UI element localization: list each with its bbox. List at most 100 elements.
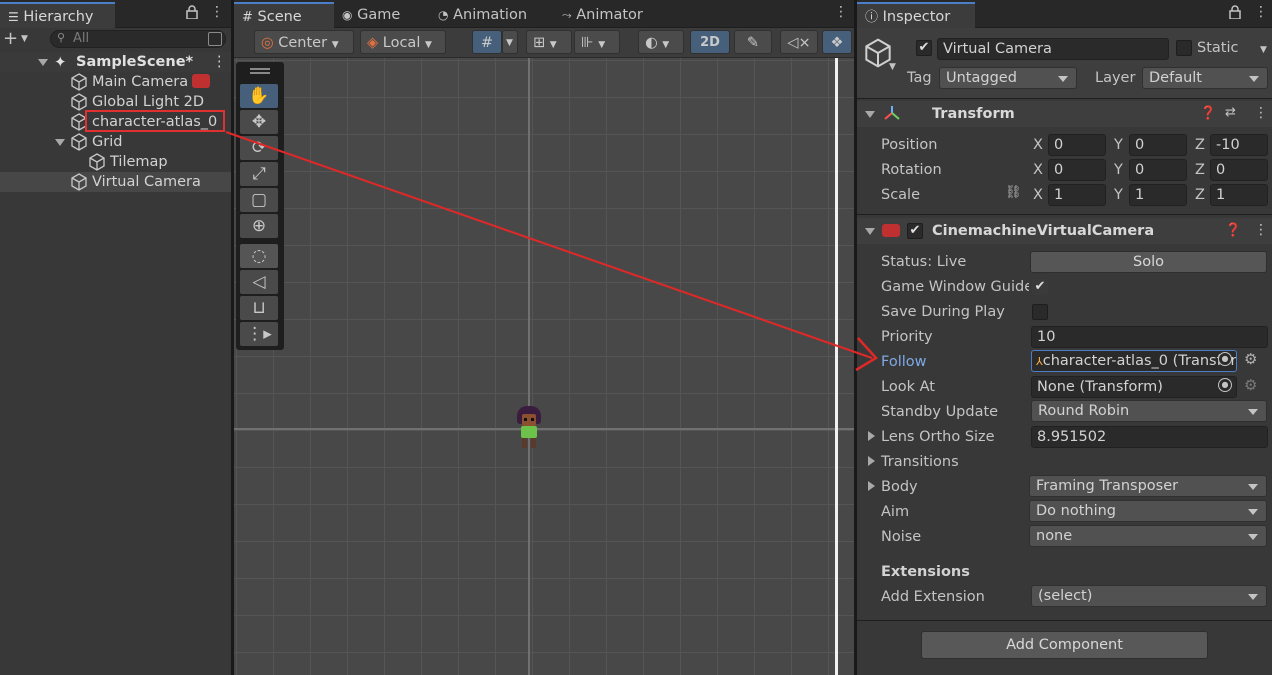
position-x-field[interactable]: 0 — [1048, 134, 1106, 156]
static-checkbox[interactable] — [1176, 40, 1192, 56]
active-checkbox[interactable]: ✔ — [916, 40, 932, 56]
hierarchy-item-main-camera[interactable]: Main Camera — [0, 72, 231, 92]
presets-icon[interactable]: ⇄ — [1225, 105, 1236, 120]
scale-x-field[interactable]: 1 — [1048, 184, 1106, 206]
axis-z-label[interactable]: Z — [1195, 134, 1205, 156]
foldout-arrow-icon[interactable] — [868, 481, 875, 491]
move-tool-icon[interactable]: ✥ — [240, 110, 278, 134]
custom-tool-icon[interactable]: ◌ — [240, 244, 278, 268]
add-button[interactable]: + ▼ — [3, 30, 37, 48]
draw-mode-button[interactable]: ◐ ▼ — [638, 30, 684, 54]
position-z-field[interactable]: -10 — [1210, 134, 1268, 156]
hierarchy-item-virtual-camera[interactable]: Virtual Camera — [0, 172, 231, 192]
follow-object-field[interactable]: ⅄character-atlas_0 (Transform) — [1031, 350, 1237, 372]
axis-y-label[interactable]: Y — [1114, 159, 1123, 181]
axis-x-label[interactable]: X — [1033, 159, 1043, 181]
gear-icon[interactable]: ⚙ — [1244, 376, 1257, 394]
static-dropdown-arrow-icon[interactable]: ▼ — [1260, 45, 1267, 55]
position-y-field[interactable]: 0 — [1129, 134, 1187, 156]
component-kebab-icon[interactable]: ⋮ — [1254, 222, 1268, 238]
scene-kebab-icon[interactable]: ⋮ — [212, 52, 227, 72]
save-during-play-checkbox[interactable] — [1032, 304, 1048, 320]
kebab-menu-icon[interactable]: ⋮ — [834, 4, 848, 20]
pivot-center-dropdown[interactable]: ◎ Center ▼ — [254, 30, 354, 54]
lock-icon[interactable] — [1229, 5, 1241, 23]
add-extension-dropdown[interactable]: (select) — [1031, 585, 1267, 607]
space-local-dropdown[interactable]: ◈ Local ▼ — [360, 30, 446, 54]
rotation-x-field[interactable]: 0 — [1048, 159, 1106, 181]
frame-tool-icon[interactable]: ⊔ — [240, 296, 278, 320]
tag-dropdown[interactable]: Untagged — [939, 67, 1077, 89]
foldout-arrow-icon[interactable] — [865, 111, 875, 118]
object-picker-icon[interactable]: ● — [1218, 352, 1232, 366]
transitions-label[interactable]: Transitions — [881, 452, 959, 472]
tab-hierarchy[interactable]: ☰ Hierarchy — [0, 2, 115, 28]
increment-snap-button[interactable]: ⊞ ▼ — [526, 30, 572, 54]
scale-z-field[interactable]: 1 — [1210, 184, 1268, 206]
lens-ortho-size-field[interactable]: 8.951502 — [1031, 426, 1268, 448]
effects-layers-button[interactable]: ❖ — [822, 30, 852, 54]
standby-update-dropdown[interactable]: Round Robin — [1031, 400, 1267, 422]
scene-viewport[interactable] — [234, 58, 854, 675]
body-dropdown[interactable]: Framing Transposer — [1029, 475, 1267, 497]
object-name-field[interactable]: Virtual Camera — [937, 38, 1169, 60]
rotation-y-field[interactable]: 0 — [1129, 159, 1187, 181]
ruler-button[interactable]: ⊪ ▼ — [574, 30, 620, 54]
kebab-menu-icon[interactable]: ⋮ — [1254, 4, 1268, 20]
tab-game[interactable]: ◉ Game — [334, 2, 408, 28]
game-window-guides-checkbox[interactable]: ✔ — [1032, 279, 1048, 295]
help-icon[interactable]: ❓ — [1200, 106, 1216, 121]
constrain-proportions-link-icon[interactable]: ⛓ — [1005, 185, 1022, 200]
tab-animator[interactable]: ⤳ Animator — [554, 2, 651, 28]
hierarchy-search-input[interactable]: ⚲ All — [50, 30, 226, 48]
noise-dropdown[interactable]: none — [1029, 525, 1267, 547]
camera-tool-icon[interactable]: ◁ — [240, 270, 278, 294]
axis-y-label[interactable]: Y — [1114, 184, 1123, 206]
tab-animation[interactable]: ◔ Animation — [430, 2, 535, 28]
look-at-object-field[interactable]: None (Transform) — [1031, 376, 1237, 398]
kebab-menu-icon[interactable]: ⋮ — [210, 4, 224, 20]
add-component-button[interactable]: Add Component — [921, 631, 1208, 659]
scale-y-field[interactable]: 1 — [1129, 184, 1187, 206]
help-icon[interactable]: ❓ — [1225, 223, 1241, 238]
hierarchy-item-character-atlas[interactable]: character-atlas_0 — [0, 110, 231, 132]
axis-x-label[interactable]: X — [1033, 184, 1043, 206]
tab-inspector[interactable]: ⓘ Inspector — [857, 2, 975, 28]
scene-row[interactable]: ✦ SampleScene* ⋮ — [0, 52, 231, 72]
lighting-toggle-button[interactable]: ✎ — [734, 30, 772, 54]
rotate-tool-icon[interactable]: ⟳ — [240, 136, 278, 160]
expand-arrow-icon[interactable] — [55, 139, 65, 146]
scale-tool-icon[interactable]: ⤢ — [240, 162, 278, 186]
solo-button[interactable]: Solo — [1030, 251, 1267, 273]
mode-2d-button[interactable]: 2D — [690, 30, 730, 54]
component-kebab-icon[interactable]: ⋮ — [1254, 105, 1268, 121]
gear-icon[interactable]: ⚙ — [1244, 350, 1257, 368]
foldout-arrow-icon[interactable] — [865, 228, 875, 235]
axis-z-label[interactable]: Z — [1195, 159, 1205, 181]
grid-snap-dropdown[interactable]: ▼ — [502, 30, 518, 54]
tab-scene[interactable]: # Scene — [234, 2, 334, 28]
lock-icon[interactable] — [186, 5, 198, 23]
axis-y-label[interactable]: Y — [1114, 134, 1123, 156]
rect-tool-icon[interactable]: ▢ — [240, 188, 278, 212]
foldout-arrow-icon[interactable] — [868, 456, 875, 466]
expand-arrow-icon[interactable] — [38, 59, 48, 66]
audio-toggle-button[interactable]: ◁× — [780, 30, 818, 54]
layer-dropdown[interactable]: Default — [1142, 67, 1268, 89]
path-tool-icon[interactable]: ⋮▸ — [240, 322, 278, 346]
hierarchy-item-grid[interactable]: Grid — [0, 132, 231, 152]
object-picker-icon[interactable]: ● — [1218, 378, 1232, 392]
character-sprite[interactable] — [514, 406, 544, 452]
hierarchy-item-global-light[interactable]: Global Light 2D — [0, 92, 231, 112]
foldout-arrow-icon[interactable] — [868, 431, 875, 441]
grid-snap-button[interactable]: # — [472, 30, 502, 54]
icon-dropdown-arrow-icon[interactable]: ▼ — [889, 62, 896, 72]
palette-drag-handle[interactable] — [250, 68, 270, 74]
hierarchy-item-tilemap[interactable]: Tilemap — [0, 152, 231, 172]
vcam-enabled-checkbox[interactable]: ✔ — [907, 223, 923, 239]
axis-x-label[interactable]: X — [1033, 134, 1043, 156]
hand-tool-icon[interactable]: ✋ — [240, 84, 278, 108]
search-filter-icon[interactable] — [208, 32, 222, 46]
rotation-z-field[interactable]: 0 — [1210, 159, 1268, 181]
aim-dropdown[interactable]: Do nothing — [1029, 500, 1267, 522]
